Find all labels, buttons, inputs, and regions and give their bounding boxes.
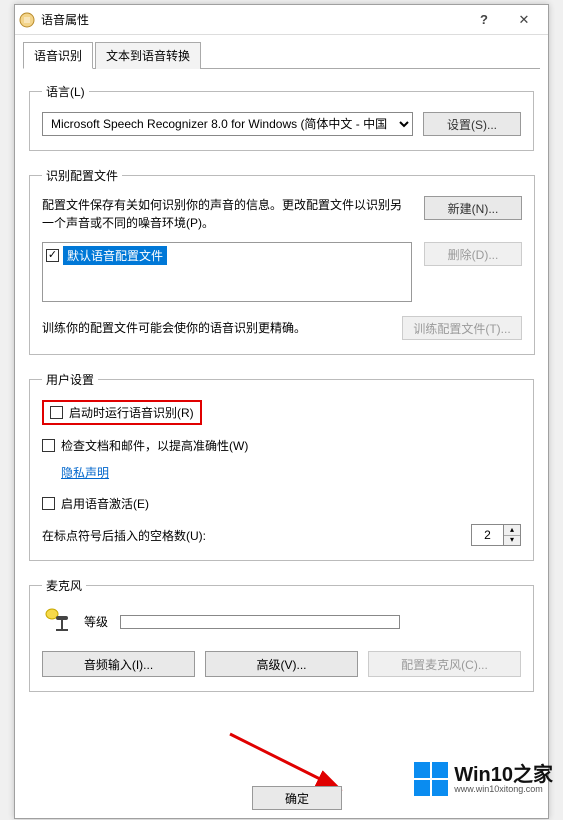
microphone-group: 麦克风 等级 音频输入(I)... 高级(V)... 配置麦克风(C)... (29, 577, 534, 692)
profile-name: 默认语音配置文件 (63, 246, 167, 265)
run-at-startup-checkbox[interactable] (50, 406, 63, 419)
watermark: Win10之家 www.win10xitong.com (414, 762, 553, 796)
profile-delete-button: 删除(D)... (424, 242, 522, 266)
review-docs-checkbox[interactable] (42, 439, 55, 452)
watermark-brand: Win10之家 (454, 765, 553, 785)
spaces-value: 2 (471, 524, 503, 546)
profiles-group: 识别配置文件 配置文件保存有关如何识别你的声音的信息。更改配置文件以识别另一个声… (29, 167, 535, 355)
train-profile-button: 训练配置文件(T)... (402, 316, 522, 340)
dialog-title: 语音属性 (41, 11, 464, 28)
profiles-listbox[interactable]: ✓ 默认语音配置文件 (42, 242, 412, 302)
tab-speech-recognition[interactable]: 语音识别 (23, 42, 93, 69)
review-docs-label: 检查文档和邮件，以提高准确性(W) (61, 437, 248, 454)
titlebar: 语音属性 ? ✕ (15, 5, 548, 35)
microphone-icon (42, 606, 74, 637)
profile-item-default[interactable]: ✓ 默认语音配置文件 (46, 246, 408, 265)
dialog-icon (19, 12, 35, 28)
privacy-link[interactable]: 隐私声明 (61, 464, 109, 481)
spinner-up-icon[interactable]: ▴ (504, 525, 520, 536)
ok-button[interactable]: 确定 (252, 786, 342, 810)
voice-activation-label: 启用语音激活(E) (61, 495, 149, 512)
windows-logo-icon (414, 762, 448, 796)
close-button[interactable]: ✕ (504, 6, 544, 34)
watermark-url: www.win10xitong.com (454, 785, 553, 794)
audio-input-button[interactable]: 音频输入(I)... (42, 651, 195, 677)
voice-activation-checkbox[interactable] (42, 497, 55, 510)
language-group: 语言(L) Microsoft Speech Recognizer 8.0 fo… (29, 83, 534, 151)
run-at-startup-label: 启动时运行语音识别(R) (69, 404, 194, 421)
user-settings-group: 用户设置 启动时运行语音识别(R) 检查文档和邮件，以提高准确性(W) 隐私声明… (29, 371, 534, 561)
recognizer-select[interactable]: Microsoft Speech Recognizer 8.0 for Wind… (42, 112, 413, 136)
profiles-legend: 识别配置文件 (42, 167, 122, 184)
configure-mic-button: 配置麦克风(C)... (368, 651, 521, 677)
profiles-description: 配置文件保存有关如何识别你的声音的信息。更改配置文件以识别另一个声音或不同的噪音… (42, 196, 412, 232)
user-settings-legend: 用户设置 (42, 371, 98, 388)
level-label: 等级 (84, 613, 108, 630)
tab-bar: 语音识别 文本到语音转换 (23, 41, 540, 69)
spaces-label: 在标点符号后插入的空格数(U): (42, 527, 206, 544)
profile-checkbox[interactable]: ✓ (46, 249, 59, 262)
microphone-legend: 麦克风 (42, 577, 86, 594)
spaces-spinner[interactable]: 2 ▴ ▾ (471, 524, 521, 546)
mic-level-meter (120, 615, 400, 629)
spinner-down-icon[interactable]: ▾ (504, 536, 520, 546)
tab-text-to-speech[interactable]: 文本到语音转换 (95, 42, 201, 69)
highlight-box: 启动时运行语音识别(R) (42, 400, 202, 425)
train-description: 训练你的配置文件可能会使你的语音识别更精确。 (42, 319, 390, 337)
advanced-button[interactable]: 高级(V)... (205, 651, 358, 677)
help-button[interactable]: ? (464, 6, 504, 34)
language-legend: 语言(L) (42, 83, 89, 100)
speech-properties-dialog: 语音属性 ? ✕ 语音识别 文本到语音转换 语言(L) Microsoft Sp… (14, 4, 549, 819)
recognizer-settings-button[interactable]: 设置(S)... (423, 112, 521, 136)
tab-pane: 语言(L) Microsoft Speech Recognizer 8.0 fo… (15, 69, 548, 718)
profile-new-button[interactable]: 新建(N)... (424, 196, 522, 220)
